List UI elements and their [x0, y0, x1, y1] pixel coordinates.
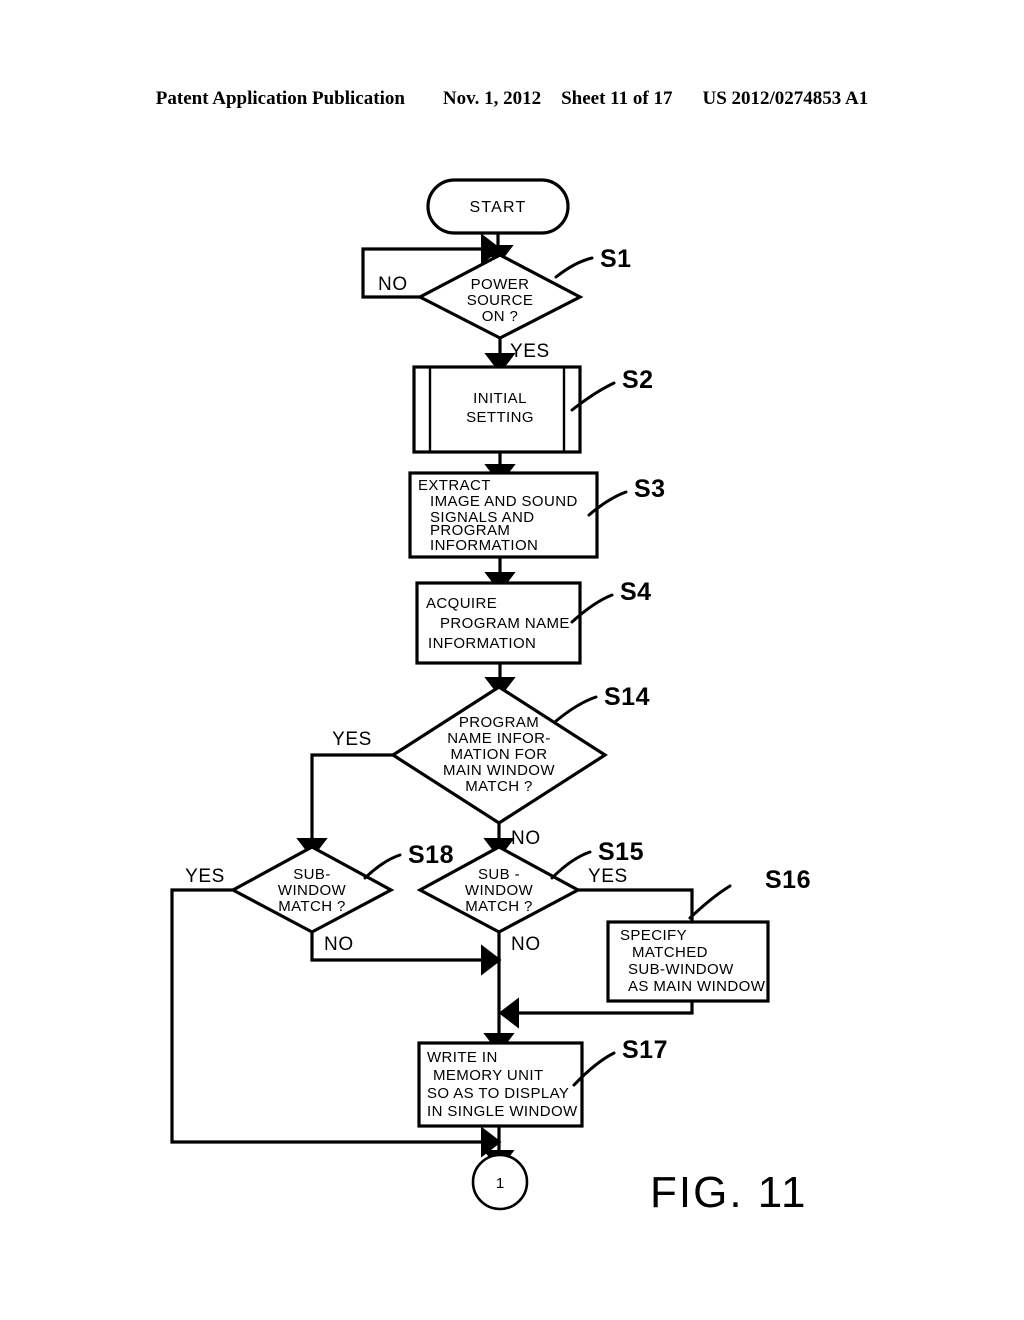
s18-line-3: MATCH ?	[278, 898, 346, 915]
s3-step-label: S3	[634, 475, 666, 503]
s17-step-label: S17	[622, 1036, 668, 1064]
node-s4: ACQUIRE PROGRAM NAME INFORMATION	[415, 581, 582, 665]
start-label: START	[470, 199, 527, 216]
s4-line-1: ACQUIRE	[426, 595, 497, 612]
node-connector-1: 1	[471, 1153, 529, 1211]
node-s17: WRITE IN MEMORY UNIT SO AS TO DISPLAY IN…	[417, 1041, 584, 1128]
node-s2: INITIAL SETTING	[412, 365, 582, 454]
s14-line-3: MATION FOR	[450, 746, 547, 763]
s4-line-3: INFORMATION	[428, 635, 536, 652]
s17-line-1: WRITE IN	[427, 1049, 498, 1066]
edge-s15-yes-to-s16	[578, 888, 694, 922]
s1-step-label: S1	[600, 245, 632, 273]
s14-leader-line	[554, 695, 598, 723]
s15-line-3: MATCH ?	[465, 898, 533, 915]
s14-line-1: PROGRAM	[459, 714, 539, 731]
figure-label: FIG. 11	[650, 1168, 807, 1217]
s15-no-label: NO	[511, 934, 541, 955]
s1-line-3: ON ?	[482, 308, 519, 325]
patent-drawing-page: Patent Application Publication Nov. 1, 20…	[0, 0, 1024, 1320]
flowchart-diagram: START POWER SOURCE ON ? S1 NO YES INITIA…	[170, 178, 811, 1217]
s15-line-1: SUB -	[478, 866, 520, 883]
s14-line-5: MATCH ?	[465, 778, 533, 795]
s17-line-4: IN SINGLE WINDOW	[427, 1103, 578, 1120]
s1-line-2: SOURCE	[467, 292, 534, 309]
s1-yes-label: YES	[510, 341, 550, 362]
node-s3: EXTRACT IMAGE AND SOUND SIGNALS AND PROG…	[408, 471, 599, 559]
s15-step-label: S15	[598, 838, 644, 866]
connector-label: 1	[496, 1175, 504, 1192]
node-s1: POWER SOURCE ON ?	[416, 253, 584, 340]
s15-leader-line	[550, 850, 592, 880]
s18-line-1: SUB-	[293, 866, 330, 883]
s14-no-label: NO	[511, 828, 541, 849]
s2-line-2: SETTING	[466, 409, 534, 426]
s15-yes-label: YES	[588, 866, 628, 887]
s2-step-label: S2	[622, 366, 654, 394]
s16-step-label: S16	[765, 866, 811, 894]
s2-line-1: INITIAL	[473, 390, 527, 407]
s1-line-1: POWER	[471, 276, 530, 293]
s16-line-2: MATCHED	[632, 944, 708, 961]
s14-line-4: MAIN WINDOW	[443, 762, 555, 779]
node-start: START	[426, 178, 570, 235]
s3-line-1: EXTRACT	[418, 477, 491, 494]
s16-line-3: SUB-WINDOW	[628, 961, 734, 978]
s14-yes-label: YES	[332, 729, 372, 750]
s15-line-2: WINDOW	[465, 882, 534, 899]
s18-no-label: NO	[324, 934, 354, 955]
s17-line-3: SO AS TO DISPLAY	[427, 1085, 569, 1102]
edge-s16-to-s17-path	[498, 997, 694, 1029]
s18-yes-label: YES	[185, 866, 225, 887]
s18-step-label: S18	[408, 841, 454, 869]
s16-line-4: AS MAIN WINDOW	[628, 978, 766, 995]
s16-leader-line	[688, 884, 732, 920]
node-s16: SPECIFY MATCHED SUB-WINDOW AS MAIN WINDO…	[606, 920, 770, 1003]
s1-no-label: NO	[378, 274, 408, 295]
node-s18: SUB- WINDOW MATCH ?	[229, 845, 395, 934]
s14-line-2: NAME INFOR-	[447, 730, 551, 747]
s3-line-2: IMAGE AND SOUND	[430, 493, 578, 510]
s18-line-2: WINDOW	[278, 882, 347, 899]
s16-line-1: SPECIFY	[620, 927, 687, 944]
s14-step-label: S14	[604, 683, 650, 711]
s4-line-2: PROGRAM NAME	[440, 615, 570, 632]
s4-step-label: S4	[620, 578, 652, 606]
s3-line-5: INFORMATION	[430, 537, 538, 554]
s1-leader-line	[554, 256, 594, 279]
s18-leader-line	[363, 853, 402, 880]
s17-line-2: MEMORY UNIT	[433, 1067, 544, 1084]
edge-s14-yes-to-s18	[296, 753, 393, 859]
